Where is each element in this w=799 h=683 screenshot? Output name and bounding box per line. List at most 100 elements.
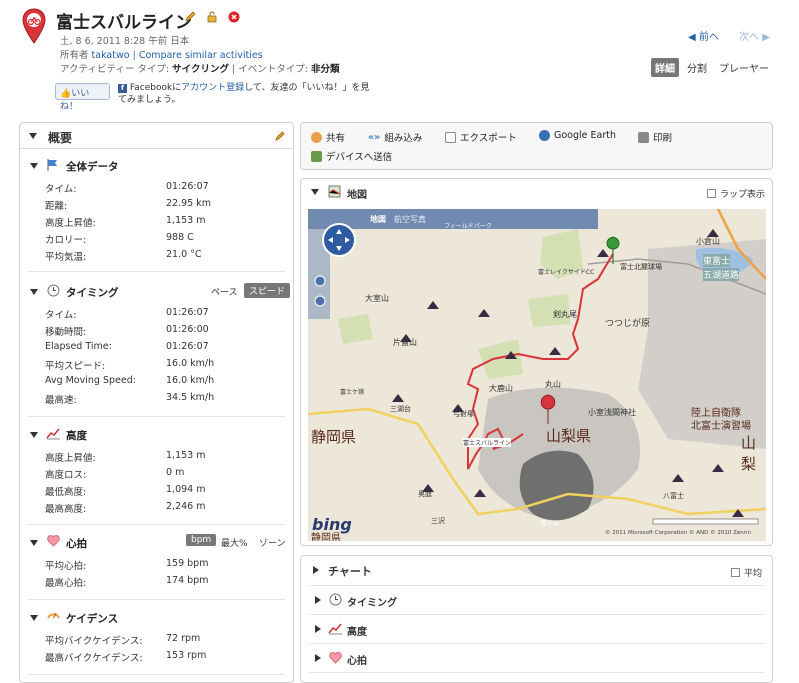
lap-toggle[interactable]: ラップ表示 bbox=[707, 187, 765, 200]
timing-value: 16.0 km/h bbox=[166, 375, 215, 386]
map-mode-road[interactable]: 地図 bbox=[370, 214, 386, 225]
embed-button[interactable]: «» 組み込み bbox=[368, 130, 422, 145]
map-label: 三湖台 bbox=[390, 405, 411, 413]
map-label: 静岡県 bbox=[311, 428, 357, 446]
cadence-label: 平均バイクケイデンス: bbox=[45, 636, 143, 647]
tab-player[interactable]: プレーヤー bbox=[715, 58, 773, 77]
export-button[interactable]: エクスポート bbox=[445, 130, 517, 144]
map-view[interactable]: 地図 航空写真 bing © 2011 Microsoft Corporatio… bbox=[308, 209, 766, 541]
map-label: 奥庭 bbox=[418, 490, 432, 498]
collapse-icon[interactable] bbox=[30, 432, 38, 438]
owner-line: 所有者 takatwo | Compare similar activities bbox=[60, 47, 263, 61]
cadence-label: 最高バイクケイデンス: bbox=[45, 653, 143, 664]
activity-type-value[interactable]: サイクリング bbox=[172, 64, 229, 75]
expand-icon[interactable] bbox=[315, 654, 321, 662]
map-label: 大室山 bbox=[365, 294, 389, 303]
share-button[interactable]: 共有 bbox=[311, 130, 345, 144]
lock-icon[interactable] bbox=[206, 11, 218, 23]
timing-label: 最高速: bbox=[45, 395, 77, 406]
map-label: 片蓋山 bbox=[393, 338, 417, 347]
bpm-toggle[interactable]: bpm bbox=[186, 534, 217, 546]
delete-icon[interactable] bbox=[228, 11, 240, 23]
action-toolbar: 共有 «» 組み込み エクスポート Google Earth 印刷 デバイスへ送信 bbox=[300, 122, 773, 170]
event-type-value[interactable]: 非分類 bbox=[311, 64, 340, 75]
map-label: 八富士 bbox=[663, 492, 684, 500]
collapse-icon[interactable] bbox=[30, 289, 38, 295]
collapse-icon[interactable] bbox=[30, 540, 38, 546]
map-label: 小倉山 bbox=[696, 237, 720, 246]
google-earth-button[interactable]: Google Earth bbox=[539, 130, 616, 141]
max-percent-toggle[interactable]: 最大% bbox=[221, 536, 248, 549]
separator: | bbox=[231, 64, 236, 75]
collapse-icon[interactable] bbox=[29, 133, 37, 139]
facebook-notice: f Facebookにアカウント登録して、友達の「いいね！」を見てみましょう。 bbox=[118, 83, 370, 105]
overall-label: カロリー: bbox=[45, 235, 87, 246]
map-label: 弓射塚 bbox=[453, 410, 474, 418]
map-label: フィールドパーク bbox=[444, 223, 492, 230]
map-label: 富士レイクサイドCC bbox=[538, 269, 595, 276]
chart-item-heart[interactable]: 心拍 bbox=[347, 652, 367, 667]
owner-link[interactable]: takatwo bbox=[92, 50, 130, 61]
activity-title: 富士スバルライン bbox=[56, 13, 192, 33]
expand-icon[interactable] bbox=[315, 596, 321, 604]
speed-toggle[interactable]: スピード bbox=[244, 283, 291, 298]
map-label: 剣丸尾 bbox=[553, 310, 577, 319]
overall-label: タイム: bbox=[45, 184, 77, 195]
share-icon bbox=[311, 131, 322, 143]
activity-type-label: アクティビティー タイプ: bbox=[60, 64, 170, 75]
tab-details[interactable]: 詳細 bbox=[651, 58, 679, 77]
collapse-icon[interactable] bbox=[311, 189, 319, 195]
overall-value: 22.95 km bbox=[166, 198, 211, 209]
average-checkbox[interactable] bbox=[731, 568, 740, 577]
map-label: つつじが原 bbox=[605, 319, 651, 329]
overall-label: 平均気温: bbox=[45, 252, 87, 263]
facebook-icon: f bbox=[118, 84, 127, 93]
timing-label: Elapsed Time: bbox=[45, 341, 112, 352]
map-label: 富士スバルライン bbox=[463, 438, 512, 447]
printer-icon bbox=[638, 131, 649, 143]
map-mode-aerial[interactable]: 航空写真 bbox=[394, 214, 426, 225]
timing-value: 34.5 km/h bbox=[166, 392, 215, 403]
chart-item-timing[interactable]: タイミング bbox=[347, 594, 397, 609]
expand-icon[interactable] bbox=[313, 566, 319, 574]
heart-icon bbox=[47, 535, 60, 547]
elevation-title: 高度 bbox=[66, 430, 87, 442]
activity-date: 土, 8 6, 2011 8:28 午前 日本 bbox=[60, 36, 190, 47]
edit-pencil-icon[interactable] bbox=[184, 11, 196, 23]
overall-value: 21.0 °C bbox=[166, 249, 202, 260]
flag-icon bbox=[47, 159, 57, 171]
map-label: 五湖道路 bbox=[703, 268, 740, 281]
timing-value: 01:26:07 bbox=[166, 341, 209, 352]
device-icon bbox=[311, 150, 322, 162]
prev-button[interactable]: ◀ 前へ bbox=[688, 28, 719, 43]
chart-item-elevation[interactable]: 高度 bbox=[347, 623, 367, 638]
timing-title: タイミング bbox=[66, 287, 119, 299]
collapse-icon[interactable] bbox=[30, 163, 38, 169]
right-arrow-icon: ▶ bbox=[762, 32, 770, 43]
pace-toggle[interactable]: ペース bbox=[211, 285, 238, 298]
elevation-icon bbox=[46, 428, 60, 440]
send-to-device-button[interactable]: デバイスへ送信 bbox=[311, 149, 392, 163]
map-title: 地図 bbox=[347, 190, 367, 201]
elevation-icon bbox=[328, 623, 342, 635]
zone-toggle[interactable]: ゾーン bbox=[259, 536, 286, 549]
account-register-link[interactable]: アカウント登録 bbox=[181, 83, 244, 93]
tab-splits[interactable]: 分割 bbox=[683, 58, 711, 77]
map-icon bbox=[328, 185, 341, 198]
collapse-icon[interactable] bbox=[30, 615, 38, 621]
expand-icon[interactable] bbox=[315, 625, 321, 633]
facebook-like-button[interactable]: 👍いいね！ bbox=[55, 83, 110, 112]
chart-title: チャート bbox=[328, 565, 372, 578]
cadence-value: 72 rpm bbox=[166, 633, 201, 644]
edit-pencil-icon[interactable] bbox=[274, 131, 285, 142]
lap-checkbox[interactable] bbox=[707, 189, 716, 198]
compare-similar-link[interactable]: Compare similar activities bbox=[139, 50, 263, 61]
average-toggle[interactable]: 平均 bbox=[731, 566, 762, 579]
cadence-icon bbox=[47, 612, 60, 619]
map-label: 丸山 bbox=[545, 380, 561, 389]
next-button[interactable]: 次へ ▶ bbox=[739, 28, 770, 43]
overall-value: 01:26:07 bbox=[166, 181, 209, 192]
print-button[interactable]: 印刷 bbox=[638, 130, 672, 144]
heart-title: 心拍 bbox=[66, 538, 87, 550]
map-label: 東富士 bbox=[703, 254, 731, 267]
